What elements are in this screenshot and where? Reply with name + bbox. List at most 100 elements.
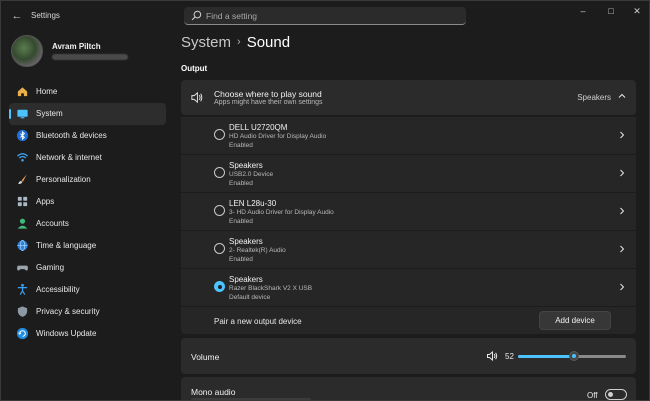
output-device-row[interactable]: LEN L28u-30 3- HD Audio Driver for Displ… <box>181 192 636 230</box>
sidebar-item-apps[interactable]: Apps <box>9 191 166 213</box>
sidebar-item-gaming[interactable]: Gaming <box>9 257 166 279</box>
chevron-up-icon[interactable] <box>617 91 627 101</box>
sidebar-item-label: System <box>36 109 63 118</box>
bluetooth-icon <box>16 129 29 142</box>
output-section-title: Output <box>181 64 208 73</box>
device-status: Default device <box>229 294 271 301</box>
sidebar-item-bluetooth[interactable]: Bluetooth & devices <box>9 125 166 147</box>
accessibility-icon <box>17 283 28 295</box>
device-status: Enabled <box>229 218 253 225</box>
sidebar-item-network[interactable]: Network & internet <box>9 147 166 169</box>
sidebar-item-accessibility[interactable]: Accessibility <box>9 279 166 301</box>
add-device-button[interactable]: Add device <box>539 311 611 330</box>
gamepad-icon <box>17 265 28 271</box>
output-header-subtitle: Apps might have their own settings <box>214 99 323 106</box>
volume-slider[interactable] <box>518 351 626 361</box>
sidebar-item-home[interactable]: Home <box>9 81 166 103</box>
volume-row: Volume 52 <box>181 338 636 374</box>
sidebar-item-privacy[interactable]: Privacy & security <box>9 301 166 323</box>
sidebar-item-personalization[interactable]: Personalization <box>9 169 166 191</box>
apps-icon <box>17 196 28 207</box>
device-driver: HD Audio Driver for Display Audio <box>229 133 327 140</box>
update-icon <box>16 327 29 340</box>
chevron-right-icon[interactable] <box>617 282 627 292</box>
chevron-right-icon[interactable] <box>617 130 627 140</box>
minimize-icon[interactable]: – <box>569 4 597 18</box>
choose-output-header[interactable]: Choose where to play sound Apps might ha… <box>181 80 636 115</box>
sidebar-item-label: Gaming <box>36 263 65 272</box>
sidebar-item-accounts[interactable]: Accounts <box>9 213 166 235</box>
page-title: Sound <box>246 34 291 51</box>
speaker-icon <box>191 91 203 104</box>
sidebar-item-system[interactable]: System <box>9 103 166 125</box>
sidebar-item-label: Privacy & security <box>36 307 100 316</box>
output-device-row[interactable]: DELL U2720QM HD Audio Driver for Display… <box>181 116 636 154</box>
device-radio-selected[interactable] <box>214 281 225 292</box>
maximize-icon[interactable]: □ <box>597 4 625 18</box>
sidebar-item-label: Network & internet <box>36 153 102 162</box>
output-header-title: Choose where to play sound <box>214 89 322 99</box>
device-radio[interactable] <box>214 243 225 254</box>
shield-icon <box>17 306 28 317</box>
system-icon <box>17 109 28 119</box>
sidebar-item-label: Windows Update <box>36 329 97 338</box>
selected-output-value: Speakers <box>577 93 611 102</box>
avatar[interactable] <box>11 35 43 67</box>
breadcrumb-parent[interactable]: System <box>181 34 231 51</box>
output-device-list: DELL U2720QM HD Audio Driver for Display… <box>181 116 636 334</box>
volume-value: 52 <box>505 352 514 361</box>
output-device-row[interactable]: Speakers Razer BlackShark V2 X USB Defau… <box>181 268 636 306</box>
device-driver: USB2.0 Device <box>229 171 274 178</box>
device-radio[interactable] <box>214 129 225 140</box>
volume-label: Volume <box>191 352 220 362</box>
device-radio[interactable] <box>214 205 225 216</box>
back-arrow-icon[interactable]: ← <box>9 8 25 24</box>
active-indicator <box>9 109 11 119</box>
search-input[interactable] <box>206 9 456 23</box>
user-name: Avram Piltch <box>52 42 101 51</box>
sidebar-item-label: Accounts <box>36 219 69 228</box>
breadcrumb-chevron-icon: › <box>237 36 241 48</box>
globe-icon <box>17 240 28 251</box>
brush-icon <box>18 174 27 185</box>
settings-window: ← Settings – □ ✕ Avram Piltch Home <box>0 0 650 401</box>
close-icon[interactable]: ✕ <box>623 4 649 18</box>
sidebar-item-label: Time & language <box>36 241 97 250</box>
breadcrumb: System › Sound <box>181 34 290 51</box>
volume-slider-thumb[interactable] <box>569 351 580 361</box>
mono-audio-state: Off <box>587 391 598 400</box>
device-name: DELL U2720QM <box>229 123 288 132</box>
device-name: Speakers <box>229 275 263 284</box>
device-name: LEN L28u-30 <box>229 199 277 208</box>
home-icon <box>17 87 28 97</box>
sidebar-item-label: Accessibility <box>36 285 80 294</box>
device-status: Enabled <box>229 142 253 149</box>
output-device-row[interactable]: Speakers 2- Realtek(R) Audio Enabled <box>181 230 636 268</box>
volume-icon[interactable] <box>486 350 498 362</box>
output-device-row[interactable]: Speakers USB2.0 Device Enabled <box>181 154 636 192</box>
device-radio[interactable] <box>214 167 225 178</box>
chevron-right-icon[interactable] <box>617 244 627 254</box>
search-icon <box>191 10 202 21</box>
sidebar-nav: Home System Bluetooth & devices Network <box>9 81 166 345</box>
pair-device-label: Pair a new output device <box>214 317 302 326</box>
device-status: Enabled <box>229 256 253 263</box>
app-title: Settings <box>31 11 60 20</box>
device-driver: Razer BlackShark V2 X USB <box>229 285 313 292</box>
title-bar: ← Settings – □ ✕ <box>1 1 649 31</box>
volume-slider-fill <box>518 355 575 358</box>
mono-audio-toggle[interactable] <box>605 389 627 400</box>
device-name: Speakers <box>229 237 263 246</box>
sidebar-item-time-language[interactable]: Time & language <box>9 235 166 257</box>
device-driver: 3- HD Audio Driver for Display Audio <box>229 209 334 216</box>
accounts-icon <box>17 218 28 229</box>
wifi-icon <box>16 153 29 162</box>
device-driver: 2- Realtek(R) Audio <box>229 247 286 254</box>
search-box[interactable] <box>184 7 466 25</box>
sidebar-item-windows-update[interactable]: Windows Update <box>9 323 166 345</box>
chevron-right-icon[interactable] <box>617 168 627 178</box>
chevron-right-icon[interactable] <box>617 206 627 216</box>
pair-device-row: Pair a new output device Add device <box>181 306 636 334</box>
sidebar-item-label: Apps <box>36 197 55 206</box>
sidebar-item-label: Home <box>36 87 58 96</box>
